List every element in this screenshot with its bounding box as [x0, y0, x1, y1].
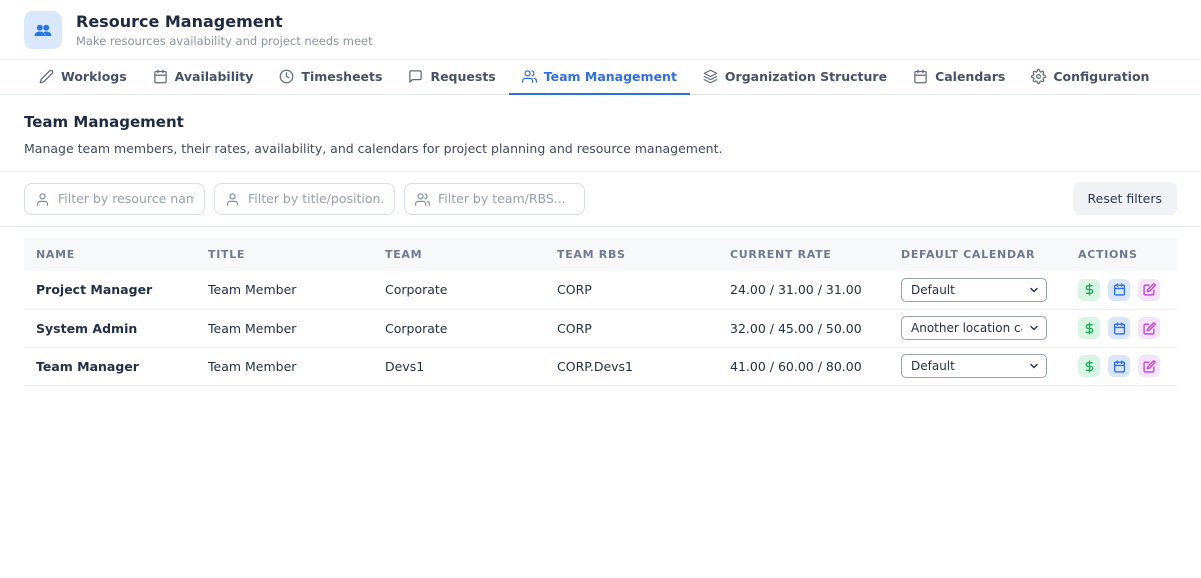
filter-resource-name	[24, 183, 205, 215]
users-icon	[24, 11, 62, 49]
tab-bar: Worklogs Availability Timesheets Request…	[0, 59, 1201, 95]
cell-team: Devs1	[373, 347, 545, 385]
rates-button[interactable]	[1078, 279, 1100, 301]
tab-label: Configuration	[1053, 69, 1149, 84]
app-subtitle: Make resources availability and project …	[76, 34, 373, 48]
calendar-icon	[1113, 360, 1126, 373]
default-calendar-select[interactable]: Default	[901, 278, 1047, 302]
people-icon	[522, 69, 537, 84]
tab-timesheets[interactable]: Timesheets	[266, 60, 395, 95]
cell-name: Team Manager	[24, 347, 196, 385]
cell-team-rbs: CORP.Devs1	[545, 347, 718, 385]
cell-title: Team Member	[196, 309, 373, 347]
tab-label: Calendars	[935, 69, 1005, 84]
tab-label: Requests	[430, 69, 495, 84]
tab-worklogs[interactable]: Worklogs	[26, 60, 140, 95]
app-header: Resource Management Make resources avail…	[0, 0, 1201, 59]
column-header-default-calendar: DEFAULT CALENDAR	[889, 238, 1066, 271]
filters-row: Reset filters	[0, 172, 1201, 226]
filter-title-position-input[interactable]	[214, 183, 395, 215]
reset-filters-button[interactable]: Reset filters	[1073, 182, 1177, 215]
team-table-wrap: NAME TITLE TEAM TEAM RBS CURRENT RATE DE…	[0, 227, 1201, 386]
page-title: Team Management	[24, 113, 1177, 131]
column-header-team: TEAM	[373, 238, 545, 271]
calendar-icon	[153, 69, 168, 84]
cell-current-rate: 24.00 / 31.00 / 31.00	[718, 271, 889, 309]
tab-label: Team Management	[544, 69, 677, 84]
dollar-icon	[1083, 283, 1096, 296]
default-calendar-dropdown[interactable]: Another location calen	[901, 316, 1047, 340]
tab-label: Worklogs	[61, 69, 127, 84]
table-row: System Admin Team Member Corporate CORP …	[24, 309, 1177, 347]
tab-team-management[interactable]: Team Management	[509, 60, 690, 95]
edit-icon	[1143, 322, 1156, 335]
edit-icon	[1143, 283, 1156, 296]
column-header-team-rbs: TEAM RBS	[545, 238, 718, 271]
calendar-icon	[913, 69, 928, 84]
tab-availability[interactable]: Availability	[140, 60, 267, 95]
availability-calendar-button[interactable]	[1108, 355, 1130, 377]
edit-button[interactable]	[1138, 279, 1160, 301]
availability-calendar-button[interactable]	[1108, 279, 1130, 301]
cell-title: Team Member	[196, 347, 373, 385]
gear-icon	[1031, 69, 1046, 84]
edit-button[interactable]	[1138, 355, 1160, 377]
cell-title: Team Member	[196, 271, 373, 309]
tab-label: Timesheets	[301, 69, 382, 84]
row-actions	[1078, 317, 1165, 339]
app-title: Resource Management	[76, 12, 373, 31]
tab-configuration[interactable]: Configuration	[1018, 60, 1162, 95]
cell-team: Corporate	[373, 271, 545, 309]
cell-name: Project Manager	[24, 271, 196, 309]
calendar-icon	[1113, 283, 1126, 296]
filter-team-rbs-input[interactable]	[404, 183, 585, 215]
cell-team: Corporate	[373, 309, 545, 347]
column-header-name: NAME	[24, 238, 196, 271]
column-header-current-rate: CURRENT RATE	[718, 238, 889, 271]
table-row: Team Manager Team Member Devs1 CORP.Devs…	[24, 347, 1177, 385]
row-actions	[1078, 279, 1165, 301]
default-calendar-dropdown[interactable]: Default	[901, 354, 1047, 378]
cell-current-rate: 41.00 / 60.00 / 80.00	[718, 347, 889, 385]
rates-button[interactable]	[1078, 317, 1100, 339]
default-calendar-select[interactable]: Default	[901, 354, 1047, 378]
edit-icon	[1143, 360, 1156, 373]
column-header-actions: ACTIONS	[1066, 238, 1177, 271]
dollar-icon	[1083, 322, 1096, 335]
tab-label: Organization Structure	[725, 69, 887, 84]
clock-icon	[279, 69, 294, 84]
edit-button[interactable]	[1138, 317, 1160, 339]
filter-title-position	[214, 183, 395, 215]
table-row: Project Manager Team Member Corporate CO…	[24, 271, 1177, 309]
tab-requests[interactable]: Requests	[395, 60, 508, 95]
calendar-icon	[1113, 322, 1126, 335]
default-calendar-dropdown[interactable]: Default	[901, 278, 1047, 302]
cell-team-rbs: CORP	[545, 309, 718, 347]
rates-button[interactable]	[1078, 355, 1100, 377]
row-actions	[1078, 355, 1165, 377]
availability-calendar-button[interactable]	[1108, 317, 1130, 339]
filter-team-rbs	[404, 183, 585, 215]
tab-calendars[interactable]: Calendars	[900, 60, 1018, 95]
filter-resource-name-input[interactable]	[24, 183, 205, 215]
dollar-icon	[1083, 360, 1096, 373]
page-description: Manage team members, their rates, availa…	[24, 141, 1177, 156]
layers-icon	[703, 69, 718, 84]
page-head: Team Management Manage team members, the…	[0, 95, 1201, 156]
tab-label: Availability	[175, 69, 254, 84]
tab-organization-structure[interactable]: Organization Structure	[690, 60, 900, 95]
cell-name: System Admin	[24, 309, 196, 347]
default-calendar-select[interactable]: Another location calen	[901, 316, 1047, 340]
chat-icon	[408, 69, 423, 84]
team-table: NAME TITLE TEAM TEAM RBS CURRENT RATE DE…	[24, 238, 1177, 386]
column-header-title: TITLE	[196, 238, 373, 271]
cell-team-rbs: CORP	[545, 271, 718, 309]
cell-current-rate: 32.00 / 45.00 / 50.00	[718, 309, 889, 347]
table-header-row: NAME TITLE TEAM TEAM RBS CURRENT RATE DE…	[24, 238, 1177, 271]
pencil-icon	[39, 69, 54, 84]
